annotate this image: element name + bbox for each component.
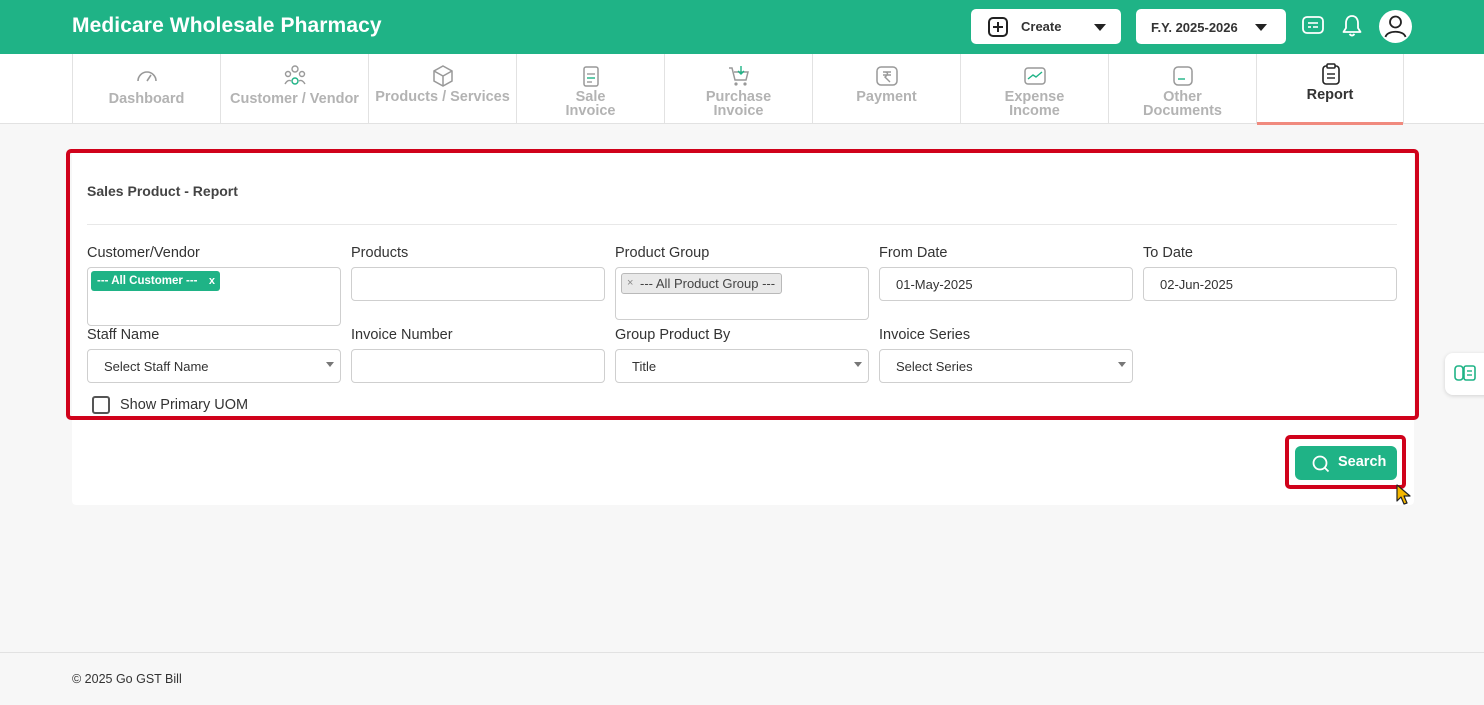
staff-name-select[interactable]: Select Staff Name: [87, 349, 341, 383]
from-date-input[interactable]: 01-May-2025: [879, 267, 1133, 301]
show-primary-uom-checkbox[interactable]: [92, 396, 110, 414]
group-product-by-select[interactable]: Title: [615, 349, 869, 383]
search-icon: [1312, 455, 1330, 473]
avatar[interactable]: [1379, 10, 1412, 43]
invoice-number-input[interactable]: [351, 349, 605, 383]
selected-chip: --- All Customer --- x: [91, 271, 220, 291]
users-icon: [284, 65, 306, 85]
financial-year-label: F.Y. 2025-2026: [1151, 20, 1238, 35]
stock-icon: [1454, 365, 1476, 381]
product-group-label: Product Group: [615, 245, 710, 261]
tab-label: Customer / Vendor: [230, 91, 359, 107]
chevron-down-icon: [326, 362, 334, 367]
show-primary-uom-label: Show Primary UOM: [120, 397, 249, 413]
tab-label: Payment: [856, 89, 917, 105]
selected-chip: × --- All Product Group ---: [621, 273, 783, 294]
user-icon: [1384, 15, 1407, 38]
report-title: Sales Product - Report: [87, 183, 238, 199]
tab-label: Report: [1306, 87, 1354, 103]
products-input[interactable]: [351, 267, 605, 301]
create-label: Create: [1021, 19, 1062, 34]
invoice-series-select[interactable]: Select Series: [879, 349, 1133, 383]
tab-payment[interactable]: Payment: [812, 54, 960, 124]
search-label: Search: [1338, 454, 1387, 470]
staff-name-value: Select Staff Name: [104, 359, 209, 374]
invoice-series-value: Select Series: [896, 359, 973, 374]
tab-customer-vendor[interactable]: Customer / Vendor: [220, 54, 368, 124]
from-date-value: 01-May-2025: [896, 277, 973, 292]
tab-label: Other Documents: [1143, 89, 1222, 119]
from-date-label: From Date: [879, 245, 948, 261]
copyright-text: © 2025 Go GST Bill: [72, 672, 182, 686]
report-card: [72, 150, 1414, 505]
to-date-label: To Date: [1143, 245, 1193, 261]
box-icon: [433, 65, 453, 87]
chevron-down-icon: [854, 362, 862, 367]
to-date-value: 02-Jun-2025: [1160, 277, 1233, 292]
chevron-down-icon: [1094, 24, 1106, 31]
staff-name-label: Staff Name: [87, 327, 160, 343]
tab-sale-invoice[interactable]: Sale Invoice: [516, 54, 664, 124]
tab-label: Expense Income: [1004, 89, 1065, 119]
customer-vendor-label: Customer/Vendor: [87, 245, 200, 261]
rupee-icon: [876, 66, 898, 86]
app-title: Medicare Wholesale Pharmacy: [72, 14, 382, 37]
tab-expense-income[interactable]: Expense Income: [960, 54, 1108, 124]
invoice-number-label: Invoice Number: [351, 327, 453, 343]
top-header: Medicare Wholesale Pharmacy Create F.Y. …: [0, 0, 1484, 54]
invoice-series-label: Invoice Series: [879, 327, 971, 343]
tab-label: Sale Invoice: [565, 89, 616, 119]
gauge-icon: [137, 71, 157, 82]
remove-chip-icon[interactable]: ×: [627, 274, 633, 293]
wallet-icon: [1024, 67, 1046, 85]
financial-year-select[interactable]: F.Y. 2025-2026: [1136, 9, 1286, 44]
group-product-by-value: Title: [632, 359, 657, 374]
chevron-down-icon: [1255, 24, 1267, 31]
mouse-cursor-icon: [1396, 484, 1411, 505]
create-button[interactable]: Create: [971, 9, 1121, 44]
chevron-down-icon: [1118, 362, 1126, 367]
document-icon: [1173, 66, 1193, 86]
product-group-multiselect[interactable]: × --- All Product Group ---: [615, 267, 869, 320]
tab-purchase-invoice[interactable]: Purchase Invoice: [664, 54, 812, 124]
tab-dashboard[interactable]: Dashboard: [72, 54, 220, 124]
search-button[interactable]: Search: [1295, 446, 1397, 480]
remove-chip-icon[interactable]: x: [209, 271, 215, 291]
tab-products-services[interactable]: Products / Services: [368, 54, 516, 124]
main-nav: Dashboard Customer / Vendor Products / S…: [0, 54, 1484, 125]
clipboard-icon: [1322, 63, 1340, 85]
bell-icon[interactable]: [1341, 14, 1363, 38]
tab-label: Dashboard: [108, 91, 185, 107]
side-floating-button[interactable]: [1445, 353, 1484, 395]
products-label: Products: [351, 245, 409, 261]
tab-label: Products / Services: [375, 89, 510, 105]
customer-vendor-multiselect[interactable]: --- All Customer --- x: [87, 267, 341, 326]
tab-report[interactable]: Report: [1256, 54, 1404, 125]
tab-label: Purchase Invoice: [705, 89, 772, 119]
invoice-icon: [583, 66, 599, 87]
tab-other-documents[interactable]: Other Documents: [1108, 54, 1256, 124]
to-date-input[interactable]: 02-Jun-2025: [1143, 267, 1397, 301]
plus-icon: [988, 17, 1008, 37]
chat-icon[interactable]: [1302, 16, 1324, 36]
cart-icon: [729, 66, 749, 86]
footer: © 2025 Go GST Bill: [0, 652, 1484, 705]
group-product-by-label: Group Product By: [615, 327, 731, 343]
divider: [87, 224, 1397, 225]
